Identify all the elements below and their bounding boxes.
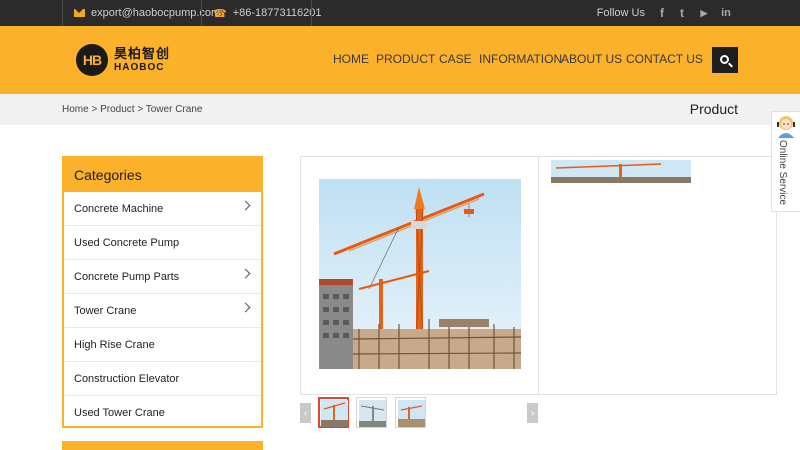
- category-item[interactable]: Concrete Machine: [64, 192, 261, 226]
- tower-crane-photo[interactable]: [319, 179, 521, 369]
- category-item[interactable]: Concrete Pump Parts: [64, 260, 261, 294]
- follow-label: Follow Us: [596, 7, 645, 19]
- logo-english-name: HAOBOC: [114, 62, 165, 73]
- search-button[interactable]: [712, 47, 738, 73]
- linkedin-icon[interactable]: in: [719, 0, 733, 26]
- category-item[interactable]: Used Concrete Pump: [64, 226, 261, 260]
- category-label: Tower Crane: [74, 304, 137, 317]
- top-bar-divider: [201, 0, 202, 26]
- chevron-right-icon[interactable]: [240, 302, 251, 313]
- search-icon: [719, 54, 729, 64]
- product-gallery: [300, 156, 777, 395]
- phone-link[interactable]: ☎ +86-18773116201: [213, 0, 322, 26]
- thumbnail-strip: ‹ ›: [300, 397, 540, 429]
- top-bar-divider: [62, 0, 63, 26]
- logo-mark: HB: [76, 44, 108, 76]
- categories-panel: Categories Concrete Machine Used Concret…: [62, 156, 263, 428]
- envelope-icon: [74, 9, 85, 17]
- email-link[interactable]: export@haobocpump.com: [74, 0, 220, 26]
- phone-text: +86-18773116201: [232, 7, 322, 19]
- thumbnail-3[interactable]: [395, 397, 426, 428]
- support-agent-icon: [777, 116, 795, 138]
- nav-case[interactable]: CASE: [439, 52, 472, 66]
- nav-product[interactable]: PRODUCT: [376, 52, 435, 66]
- nav-about-us[interactable]: ABOUT US: [561, 52, 622, 66]
- category-item[interactable]: High Rise Crane: [64, 328, 261, 362]
- nav-home[interactable]: HOME: [333, 52, 369, 66]
- thumbnail-1[interactable]: [318, 397, 349, 428]
- category-item[interactable]: Construction Elevator: [64, 362, 261, 396]
- zoom-preview-image: [551, 160, 691, 183]
- category-label: Concrete Machine: [74, 202, 164, 215]
- facebook-icon[interactable]: f: [656, 0, 668, 26]
- categories-title: Categories: [64, 158, 261, 192]
- second-sidebar-panel: [62, 441, 263, 450]
- youtube-icon[interactable]: ▶: [697, 0, 711, 26]
- chevron-right-icon[interactable]: [240, 200, 251, 211]
- chevron-right-icon[interactable]: ›: [527, 403, 538, 423]
- category-label: Used Concrete Pump: [74, 236, 180, 249]
- twitter-icon[interactable]: t: [676, 0, 688, 26]
- top-bar: export@haobocpump.com ☎ +86-18773116201 …: [0, 0, 800, 26]
- category-item[interactable]: Used Tower Crane: [64, 396, 261, 430]
- gallery-divider: [538, 157, 539, 394]
- chevron-left-icon[interactable]: ‹: [300, 403, 311, 423]
- nav-contact-us[interactable]: CONTACT US: [626, 52, 703, 66]
- logo-chinese-name: 昊柏智创: [114, 46, 171, 61]
- page-title: Product: [689, 101, 738, 117]
- top-bar-divider: [311, 0, 312, 26]
- category-label: Concrete Pump Parts: [74, 270, 180, 283]
- online-service-label: Online Service: [777, 140, 788, 206]
- category-item[interactable]: Tower Crane: [64, 294, 261, 328]
- breadcrumb[interactable]: Home > Product > Tower Crane: [62, 104, 202, 115]
- thumbnail-2[interactable]: [356, 397, 387, 428]
- nav-information[interactable]: INFORMATION: [479, 52, 562, 66]
- category-label: Construction Elevator: [74, 372, 180, 385]
- site-logo[interactable]: HB 昊柏智创 HAOBOC: [76, 44, 170, 76]
- phone-icon: ☎: [213, 7, 227, 20]
- category-label: Used Tower Crane: [74, 407, 165, 419]
- category-label: High Rise Crane: [74, 338, 155, 351]
- online-service-tab[interactable]: Online Service: [771, 111, 800, 212]
- breadcrumb-band: Home > Product > Tower Crane Product: [0, 94, 800, 125]
- chevron-right-icon[interactable]: [240, 268, 251, 279]
